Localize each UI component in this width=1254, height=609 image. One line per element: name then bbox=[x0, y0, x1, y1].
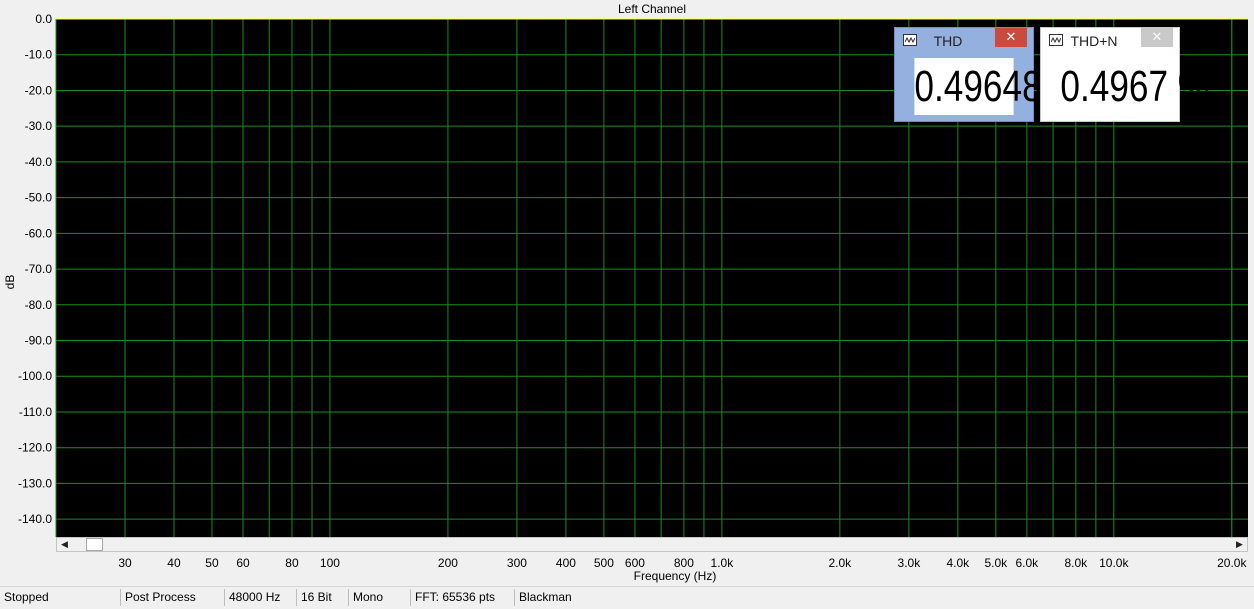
thd-meter-window[interactable]: THD ✕ 0.49648 % bbox=[894, 27, 1083, 122]
status-window-function: Blackman bbox=[514, 589, 588, 606]
status-state: Stopped bbox=[4, 590, 49, 604]
x-tick-label: 6.0k bbox=[1016, 556, 1040, 570]
x-tick-label: 500 bbox=[594, 556, 614, 570]
x-tick-label: 2.0k bbox=[829, 556, 853, 570]
x-tick-label: 4.0k bbox=[946, 556, 970, 570]
y-tick-label: -90.0 bbox=[25, 334, 53, 348]
x-tick-label: 80 bbox=[285, 556, 299, 570]
close-icon[interactable]: ✕ bbox=[995, 28, 1027, 47]
thdn-value: 0.4967 % bbox=[1060, 58, 1209, 115]
y-tick-label: 0.0 bbox=[35, 12, 52, 26]
x-tick-label: 300 bbox=[507, 556, 527, 570]
y-tick-label: -70.0 bbox=[25, 262, 53, 276]
x-tick-label: 800 bbox=[674, 556, 694, 570]
y-tick-label: -120.0 bbox=[18, 441, 52, 455]
y-tick-label: -30.0 bbox=[25, 119, 53, 133]
y-tick-label: -100.0 bbox=[18, 369, 52, 383]
x-tick-label: 40 bbox=[167, 556, 181, 570]
x-tick-label: 60 bbox=[236, 556, 250, 570]
x-tick-label: 1.0k bbox=[711, 556, 735, 570]
y-tick-label: -60.0 bbox=[25, 226, 53, 240]
y-tick-label: -140.0 bbox=[18, 512, 52, 526]
y-tick-label: -110.0 bbox=[19, 405, 52, 419]
x-tick-label: 5.0k bbox=[984, 556, 1008, 570]
close-icon[interactable]: ✕ bbox=[1141, 28, 1173, 47]
status-fft-size: FFT: 65536 pts bbox=[410, 589, 514, 606]
thd-meter-title: THD bbox=[933, 33, 963, 49]
thd-value: 0.49648 % bbox=[914, 58, 1083, 115]
y-tick-label: -80.0 bbox=[25, 298, 53, 312]
y-tick-label: -40.0 bbox=[25, 155, 53, 169]
status-channels: Mono bbox=[348, 589, 410, 606]
x-tick-label: 600 bbox=[625, 556, 645, 570]
x-tick-label: 400 bbox=[556, 556, 576, 570]
y-axis-label: dB bbox=[3, 275, 17, 290]
status-bar: Stopped Post Process 48000 Hz 16 Bit Mon… bbox=[0, 586, 1254, 609]
thd-meter-header[interactable]: THD ✕ bbox=[895, 28, 1033, 54]
y-tick-label: -20.0 bbox=[25, 83, 53, 97]
status-process: Post Process bbox=[120, 589, 224, 606]
x-tick-label: 10.0k bbox=[1099, 556, 1129, 570]
thdn-meter-window[interactable]: THD+N ✕ 0.4967 % bbox=[1040, 27, 1209, 122]
status-sample-rate: 48000 Hz bbox=[224, 589, 296, 606]
scrollbar-thumb[interactable] bbox=[86, 538, 103, 551]
status-bit-depth: 16 Bit bbox=[296, 589, 348, 606]
x-tick-label: 20.0k bbox=[1217, 556, 1247, 570]
x-tick-label: 50 bbox=[205, 556, 219, 570]
x-axis-label: Frequency (Hz) bbox=[634, 569, 717, 583]
chart-title: Left Channel bbox=[618, 2, 686, 16]
x-tick-label: 8.0k bbox=[1064, 556, 1088, 570]
y-tick-label: -10.0 bbox=[25, 48, 53, 62]
scroll-left-arrow-icon[interactable]: ◀ bbox=[57, 538, 72, 551]
scroll-right-arrow-icon[interactable]: ▶ bbox=[1232, 538, 1247, 551]
x-tick-label: 200 bbox=[438, 556, 458, 570]
y-tick-label: -50.0 bbox=[25, 191, 53, 205]
horizontal-scrollbar[interactable]: ◀ ▶ bbox=[56, 537, 1248, 552]
y-tick-label: -130.0 bbox=[18, 476, 52, 490]
x-tick-label: 30 bbox=[118, 556, 132, 570]
thdn-meter-title: THD+N bbox=[1070, 33, 1118, 49]
x-tick-label: 3.0k bbox=[898, 556, 922, 570]
thdn-meter-header[interactable]: THD+N ✕ bbox=[1041, 28, 1179, 54]
x-tick-label: 100 bbox=[320, 556, 340, 570]
